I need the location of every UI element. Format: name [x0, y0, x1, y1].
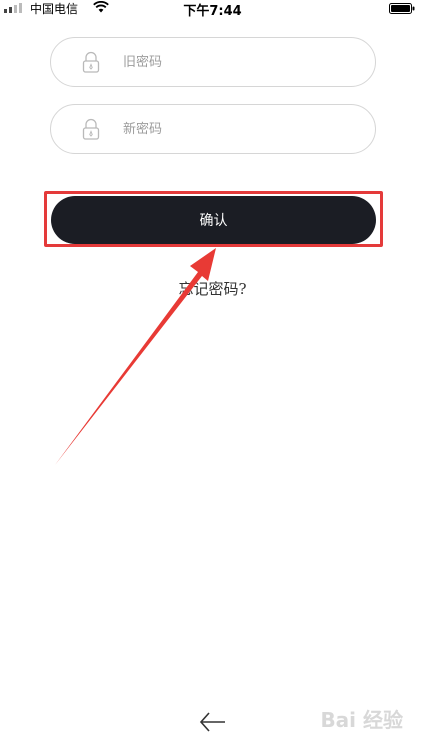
status-bar: 中国电信 下午7:44	[0, 0, 425, 19]
new-password-field[interactable]	[50, 104, 376, 154]
battery-icon	[389, 3, 415, 14]
watermark-text: Bai 经验	[320, 708, 403, 732]
status-time: 下午7:44	[183, 4, 242, 19]
old-password-field[interactable]	[50, 37, 376, 87]
change-password-screen: 中国电信 下午7:44 确认 忘记密码? Bai 经验	[0, 0, 425, 746]
lock-icon	[82, 118, 100, 140]
old-password-input[interactable]	[123, 52, 353, 72]
confirm-button[interactable]: 确认	[51, 196, 376, 244]
forgot-password-link[interactable]: 忘记密码?	[0, 278, 425, 299]
lock-icon	[82, 51, 100, 73]
back-arrow-icon[interactable]	[198, 708, 228, 736]
new-password-input[interactable]	[123, 119, 353, 139]
